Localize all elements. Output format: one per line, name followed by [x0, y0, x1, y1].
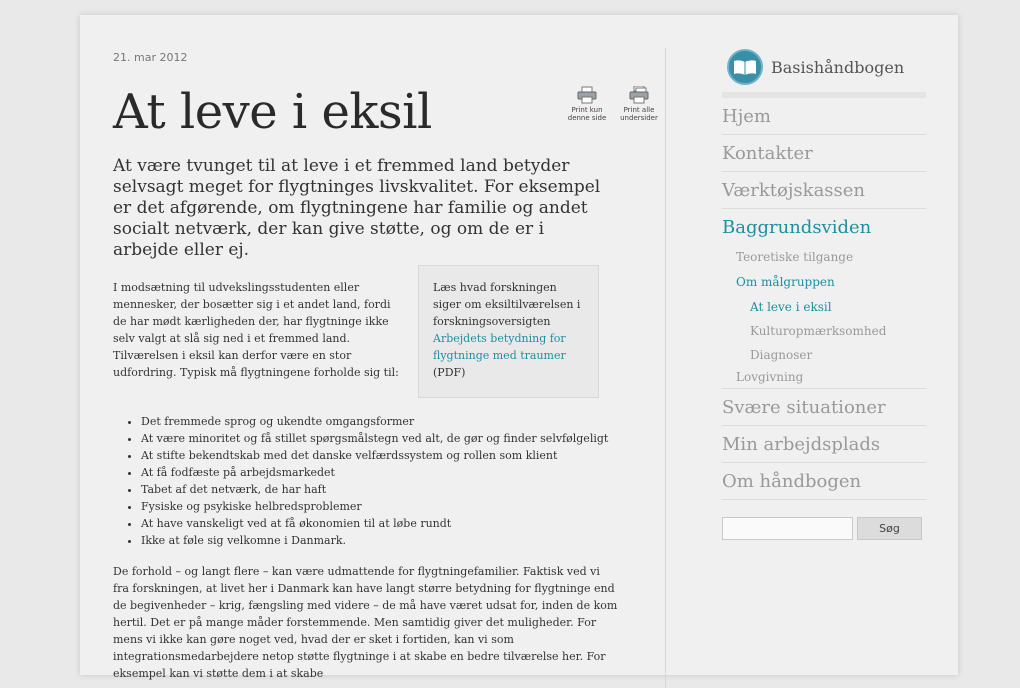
- search-form: Søg: [722, 517, 926, 540]
- brand[interactable]: Basishåndbogen: [722, 45, 926, 89]
- infobox-text: Læs hvad forskningen siger om eksiltilvæ…: [433, 281, 581, 328]
- article-lead: At være tvunget til at leve i et fremmed…: [113, 156, 601, 260]
- list-item: Det fremmede sprog og ukendte omgangsfor…: [141, 413, 608, 430]
- list-item: At stifte bekendtskab med det danske vel…: [141, 447, 608, 464]
- list-item: Fysiske og psykiske helbredsproblemer: [141, 498, 608, 515]
- nav-item-om-haandbogen[interactable]: Om håndbogen: [722, 463, 926, 500]
- nav-subitem-teoretiske-tilgange[interactable]: Teoretiske tilgange: [722, 245, 926, 270]
- article-paragraph: De forhold – og langt flere – kan være u…: [113, 565, 618, 680]
- nav-subitem-at-leve-i-eksil[interactable]: At leve i eksil: [722, 295, 926, 319]
- sidebar: Basishåndbogen Hjem Kontakter Værktøjska…: [722, 45, 926, 540]
- search-input[interactable]: [722, 517, 853, 540]
- page-title: At leve i eksil: [113, 84, 432, 140]
- printer-icon: [577, 86, 597, 104]
- print-this-page-button[interactable]: Print kun denne side: [565, 86, 609, 122]
- nav-item-vaerktoejskassen[interactable]: Værktøjskassen: [722, 172, 926, 209]
- list-item: Ikke at føle sig velkomne i Danmark.: [141, 532, 608, 549]
- challenges-list: Det fremmede sprog og ukendte omgangsfor…: [141, 413, 608, 549]
- list-item: At være minoritet og få stillet spørgsmå…: [141, 430, 608, 447]
- book-icon: [727, 49, 763, 85]
- article-intro: I modsætning til udvekslingsstudenten el…: [113, 281, 399, 379]
- nav-subitem-diagnoser[interactable]: Diagnoser: [722, 343, 926, 367]
- nav-item-baggrundsviden[interactable]: Baggrundsviden: [722, 209, 926, 245]
- list-item: At have vanskeligt ved at få økonomien t…: [141, 515, 608, 532]
- nav-subitem-kulturopmaerksomhed[interactable]: Kulturopmærksomhed: [722, 319, 926, 343]
- nav-item-min-arbejdsplads[interactable]: Min arbejdsplads: [722, 426, 926, 463]
- list-item: Tabet af det netværk, de har haft: [141, 481, 608, 498]
- brand-name: Basishåndbogen: [771, 57, 905, 77]
- print-this-page-label: Print kun denne side: [567, 106, 607, 122]
- page-card: 21. mar 2012 Print kun denne side Print …: [80, 15, 958, 688]
- column-divider: [665, 48, 666, 688]
- print-all-pages-button[interactable]: Print alle undersider: [617, 86, 661, 122]
- search-button[interactable]: Søg: [857, 517, 922, 540]
- nav-subitem-lovgivning[interactable]: Lovgivning: [722, 367, 926, 389]
- nav-item-kontakter[interactable]: Kontakter: [722, 135, 926, 172]
- article-date: 21. mar 2012: [113, 51, 188, 64]
- printer-icon: [629, 86, 649, 104]
- infobox-suffix: (PDF): [433, 366, 466, 379]
- research-infobox: Læs hvad forskningen siger om eksiltilvæ…: [418, 265, 599, 398]
- list-item: At få fodfæste på arbejdsmarkedet: [141, 464, 608, 481]
- nav-item-hjem[interactable]: Hjem: [722, 98, 926, 135]
- article: 21. mar 2012 Print kun denne side Print …: [113, 51, 658, 680]
- research-pdf-link[interactable]: Arbejdets betydning for flygtninge med t…: [433, 332, 566, 362]
- nav-subitem-om-maalgruppen[interactable]: Om målgruppen: [722, 270, 926, 295]
- print-tools: Print kun denne side Print alle undersid…: [565, 86, 661, 122]
- print-all-pages-label: Print alle undersider: [620, 106, 658, 122]
- nav-item-svaere-situationer[interactable]: Svære situationer: [722, 389, 926, 426]
